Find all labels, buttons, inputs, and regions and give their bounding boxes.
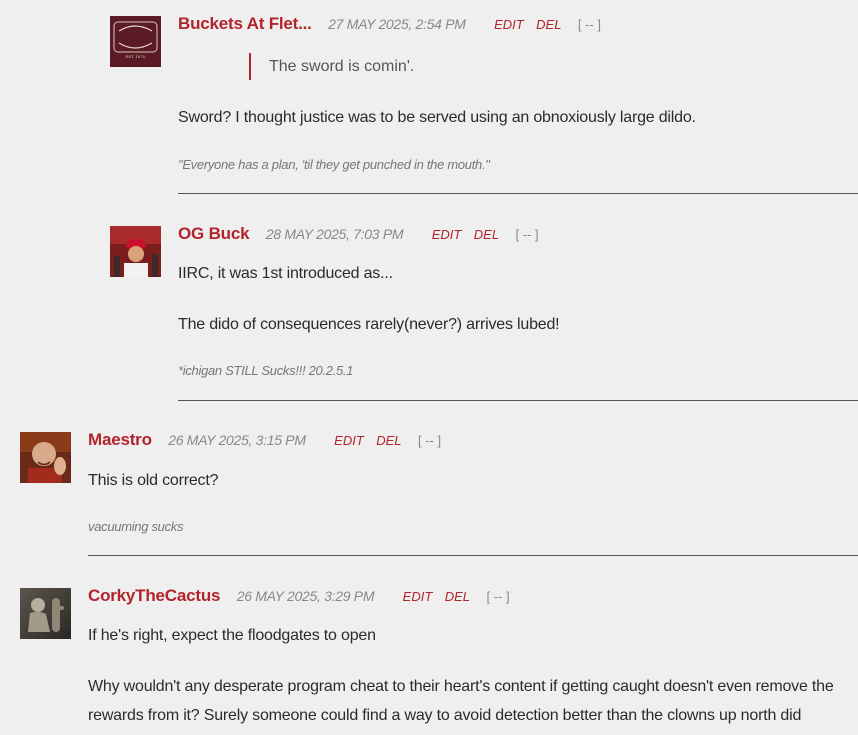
comment-header: Buckets At Flet... 27 MAY 2025, 2:54 PM … (178, 14, 601, 36)
author-name[interactable]: OG Buck (178, 224, 250, 243)
smiling-monk-icon (20, 432, 71, 483)
quote-block: The sword is comin'. (249, 53, 414, 80)
author-name[interactable]: Maestro (88, 430, 152, 449)
divider (88, 555, 858, 556)
comment-header: Maestro 26 MAY 2025, 3:15 PM EDIT DEL [ … (88, 430, 441, 452)
user-signature: "Everyone has a plan, 'til they get punc… (178, 157, 490, 172)
comment-header: OG Buck 28 MAY 2025, 7:03 PM EDIT DEL [ … (178, 224, 539, 246)
user-signature: *ichigan STILL Sucks!!! 20.2.5.1 (178, 363, 354, 378)
edit-button[interactable]: EDIT (494, 17, 524, 32)
person-red-cap-icon (110, 226, 161, 277)
avatar[interactable] (20, 588, 71, 639)
author-name[interactable]: CorkyTheCactus (88, 586, 220, 605)
delete-button[interactable]: DEL (376, 433, 401, 448)
edit-button[interactable]: EDIT (432, 227, 462, 242)
svg-text:EST 1870: EST 1870 (126, 54, 146, 59)
comment-date: 27 MAY 2025, 2:54 PM (328, 16, 466, 32)
mother-buckets-logo-icon: EST 1870 (110, 16, 161, 67)
comment-text: Sword? I thought justice was to be serve… (178, 109, 696, 126)
comment-text: This is old correct? (88, 472, 219, 489)
comment-date: 26 MAY 2025, 3:29 PM (236, 588, 375, 604)
comment-text: Why wouldn't any desperate program cheat… (88, 678, 834, 724)
collapse-button[interactable]: [ -- ] (487, 589, 510, 604)
comment-text: IIRC, it was 1st introduced as... (178, 265, 393, 282)
comment-text: The dido of consequences rarely(never?) … (178, 316, 560, 333)
edit-button[interactable]: EDIT (334, 433, 364, 448)
author-name[interactable]: Buckets At Flet... (178, 14, 312, 33)
comment-text: If he's right, expect the floodgates to … (88, 627, 376, 644)
avatar[interactable]: EST 1870 (110, 16, 161, 67)
delete-button[interactable]: DEL (536, 17, 561, 32)
user-signature: vacuuming sucks (88, 519, 184, 534)
collapse-button[interactable]: [ -- ] (516, 227, 539, 242)
collapse-button[interactable]: [ -- ] (418, 433, 441, 448)
comment-date: 26 MAY 2025, 3:15 PM (168, 432, 306, 448)
edit-button[interactable]: EDIT (403, 589, 433, 604)
avatar[interactable] (110, 226, 161, 277)
delete-button[interactable]: DEL (474, 227, 499, 242)
divider (178, 193, 858, 194)
cactus-statue-icon (20, 588, 71, 639)
collapse-button[interactable]: [ -- ] (578, 17, 601, 32)
comment-date: 28 MAY 2025, 7:03 PM (265, 226, 404, 242)
avatar[interactable] (20, 432, 71, 483)
comment-header: CorkyTheCactus 26 MAY 2025, 3:29 PM EDIT… (88, 586, 510, 608)
delete-button[interactable]: DEL (445, 589, 470, 604)
divider (178, 400, 858, 401)
